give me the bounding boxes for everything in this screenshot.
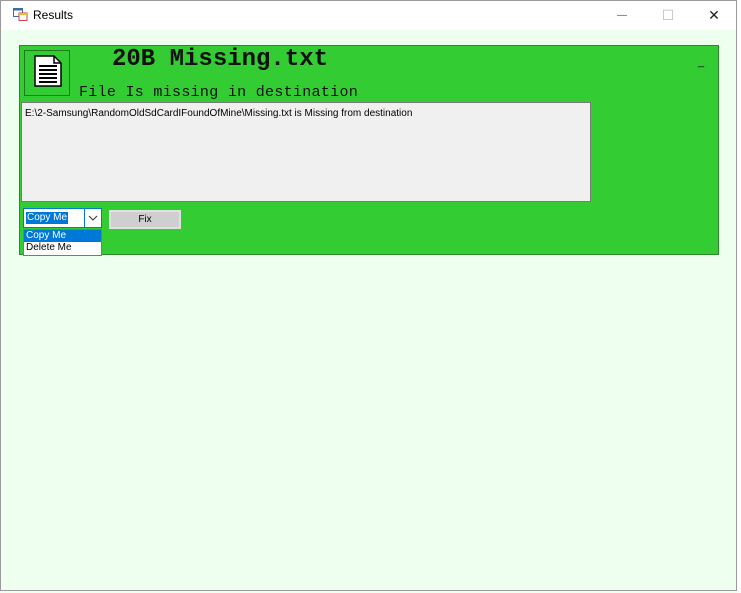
action-select-value: Copy Me: [26, 212, 69, 224]
document-icon: [30, 54, 64, 93]
maximize-icon: ☐: [661, 7, 675, 23]
message-textbox[interactable]: E:\2-Samsung\RandomOldSdCardIFoundOfMine…: [21, 102, 591, 202]
panel-minimize-button[interactable]: _: [698, 56, 704, 68]
option-delete-me[interactable]: Delete Me: [24, 242, 101, 254]
action-select[interactable]: Copy Me: [23, 208, 102, 228]
results-window: Results — ☐ ✕ 20B Missing.txt File Is mi…: [0, 0, 737, 591]
minimize-icon: —: [617, 10, 627, 21]
fix-button[interactable]: Fix: [109, 210, 181, 229]
option-copy-me[interactable]: Copy Me: [24, 230, 101, 242]
close-icon: ✕: [708, 7, 720, 23]
app-form-icon: [13, 8, 28, 21]
action-select-dropdown: Copy Me Delete Me: [23, 229, 102, 256]
background-window-edge: [737, 0, 741, 593]
file-status-subheading: File Is missing in destination: [79, 84, 359, 101]
result-panel: 20B Missing.txt File Is missing in desti…: [19, 45, 719, 256]
close-button[interactable]: ✕: [691, 1, 737, 30]
maximize-button[interactable]: ☐: [645, 1, 691, 30]
fix-button-label: Fix: [138, 214, 152, 225]
window-title: Results: [33, 8, 74, 22]
minimize-button[interactable]: —: [599, 1, 645, 30]
file-icon-button[interactable]: [24, 50, 70, 96]
chevron-down-icon[interactable]: [84, 209, 101, 227]
title-bar[interactable]: Results — ☐ ✕: [1, 1, 736, 30]
file-heading: 20B Missing.txt: [112, 46, 329, 73]
